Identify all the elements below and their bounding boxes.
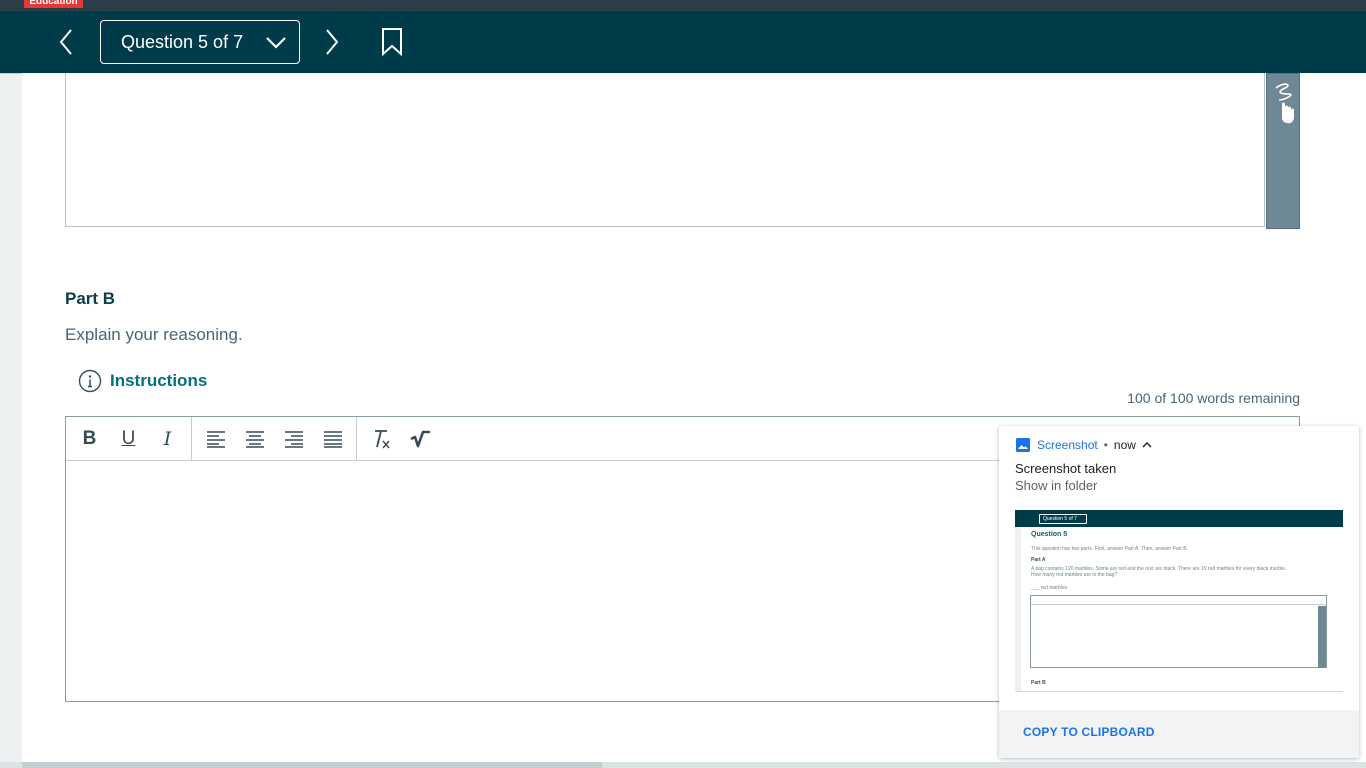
preview-intro: This question has two parts. First, answ… bbox=[1031, 546, 1188, 552]
preview-question-select: Question 5 of 7 bbox=[1039, 514, 1087, 524]
chevron-right-icon bbox=[326, 29, 339, 55]
part-a-answer-box[interactable] bbox=[65, 73, 1265, 227]
chevron-down-icon bbox=[266, 37, 286, 49]
question-navbar: Question 5 of 7 bbox=[0, 11, 1366, 73]
italic-button[interactable]: I bbox=[148, 417, 187, 461]
question-select-label: Question 5 of 7 bbox=[121, 31, 244, 52]
align-center-icon bbox=[245, 431, 264, 448]
hand-drawing-icon bbox=[1275, 83, 1294, 124]
show-in-folder-link[interactable]: Show in folder bbox=[1015, 478, 1097, 493]
align-group bbox=[192, 417, 357, 461]
align-right-icon bbox=[284, 431, 303, 448]
bookmark-button[interactable] bbox=[380, 27, 404, 57]
square-root-button[interactable] bbox=[400, 417, 439, 461]
bookmark-icon bbox=[382, 28, 402, 57]
preview-answer-box bbox=[1030, 595, 1327, 668]
clear-format-button[interactable] bbox=[361, 417, 400, 461]
preview-part-a: Part A bbox=[1031, 557, 1046, 563]
question-select[interactable]: Question 5 of 7 bbox=[100, 20, 300, 64]
chevron-left-icon bbox=[59, 29, 72, 55]
preview-heading: Question 5 bbox=[1031, 531, 1068, 538]
notification-title: Screenshot taken bbox=[1015, 461, 1117, 476]
align-left-button[interactable] bbox=[196, 417, 235, 461]
preview-part-b: Part B bbox=[1031, 680, 1046, 686]
notification-app-name: Screenshot bbox=[1037, 438, 1098, 452]
underline-button[interactable]: U bbox=[109, 417, 148, 461]
clear-format-icon bbox=[374, 430, 390, 449]
align-center-button[interactable] bbox=[235, 417, 274, 461]
left-gutter bbox=[0, 73, 22, 763]
part-b-prompt: Explain your reasoning. bbox=[65, 325, 243, 344]
notification-footer: COPY TO CLIPBOARD bbox=[999, 710, 1359, 758]
instructions-label: Instructions bbox=[110, 371, 208, 390]
top-strip: Education bbox=[0, 0, 1366, 11]
image-icon bbox=[1016, 438, 1030, 452]
preview-gutter bbox=[1015, 527, 1021, 691]
align-right-button[interactable] bbox=[274, 417, 313, 461]
preview-toolbar bbox=[1031, 596, 1326, 605]
format-group: B U I bbox=[66, 417, 192, 461]
preview-body-2: How many red marbles are in the bag? bbox=[1031, 572, 1118, 578]
word-count: 100 of 100 words remaining bbox=[1127, 390, 1300, 406]
info-icon bbox=[78, 369, 102, 393]
copy-to-clipboard-button[interactable]: COPY TO CLIPBOARD bbox=[1023, 725, 1155, 739]
previous-question-button[interactable] bbox=[52, 26, 80, 58]
part-b-title: Part B bbox=[65, 289, 116, 308]
drawing-tool-panel[interactable] bbox=[1266, 73, 1300, 229]
preview-answer-hint: ___ red marbles bbox=[1031, 585, 1068, 591]
preview-drawing-panel bbox=[1318, 606, 1326, 668]
next-question-button[interactable] bbox=[318, 26, 346, 58]
notification-header: Screenshot • now bbox=[1015, 437, 1152, 453]
align-justify-button[interactable] bbox=[313, 417, 352, 461]
instructions-toggle[interactable]: Instructions bbox=[78, 369, 207, 393]
brand-badge: Education bbox=[24, 0, 83, 8]
notification-separator: • bbox=[1103, 438, 1108, 452]
bold-button[interactable]: B bbox=[70, 417, 109, 461]
chevron-up-icon[interactable] bbox=[1142, 441, 1152, 449]
extra-group bbox=[357, 417, 443, 461]
screenshot-notification[interactable]: Screenshot • now Screenshot taken Show i… bbox=[999, 426, 1359, 758]
preview-navbar: Question 5 of 7 bbox=[1015, 510, 1343, 527]
screenshot-preview[interactable]: Question 5 of 7 Question 5 This question… bbox=[1015, 510, 1343, 692]
align-left-icon bbox=[206, 431, 225, 448]
align-justify-icon bbox=[323, 431, 342, 448]
horizontal-scrollbar[interactable] bbox=[0, 762, 1366, 768]
square-root-icon bbox=[409, 430, 430, 448]
notification-time: now bbox=[1113, 438, 1136, 452]
scrollbar-thumb[interactable] bbox=[22, 762, 602, 768]
